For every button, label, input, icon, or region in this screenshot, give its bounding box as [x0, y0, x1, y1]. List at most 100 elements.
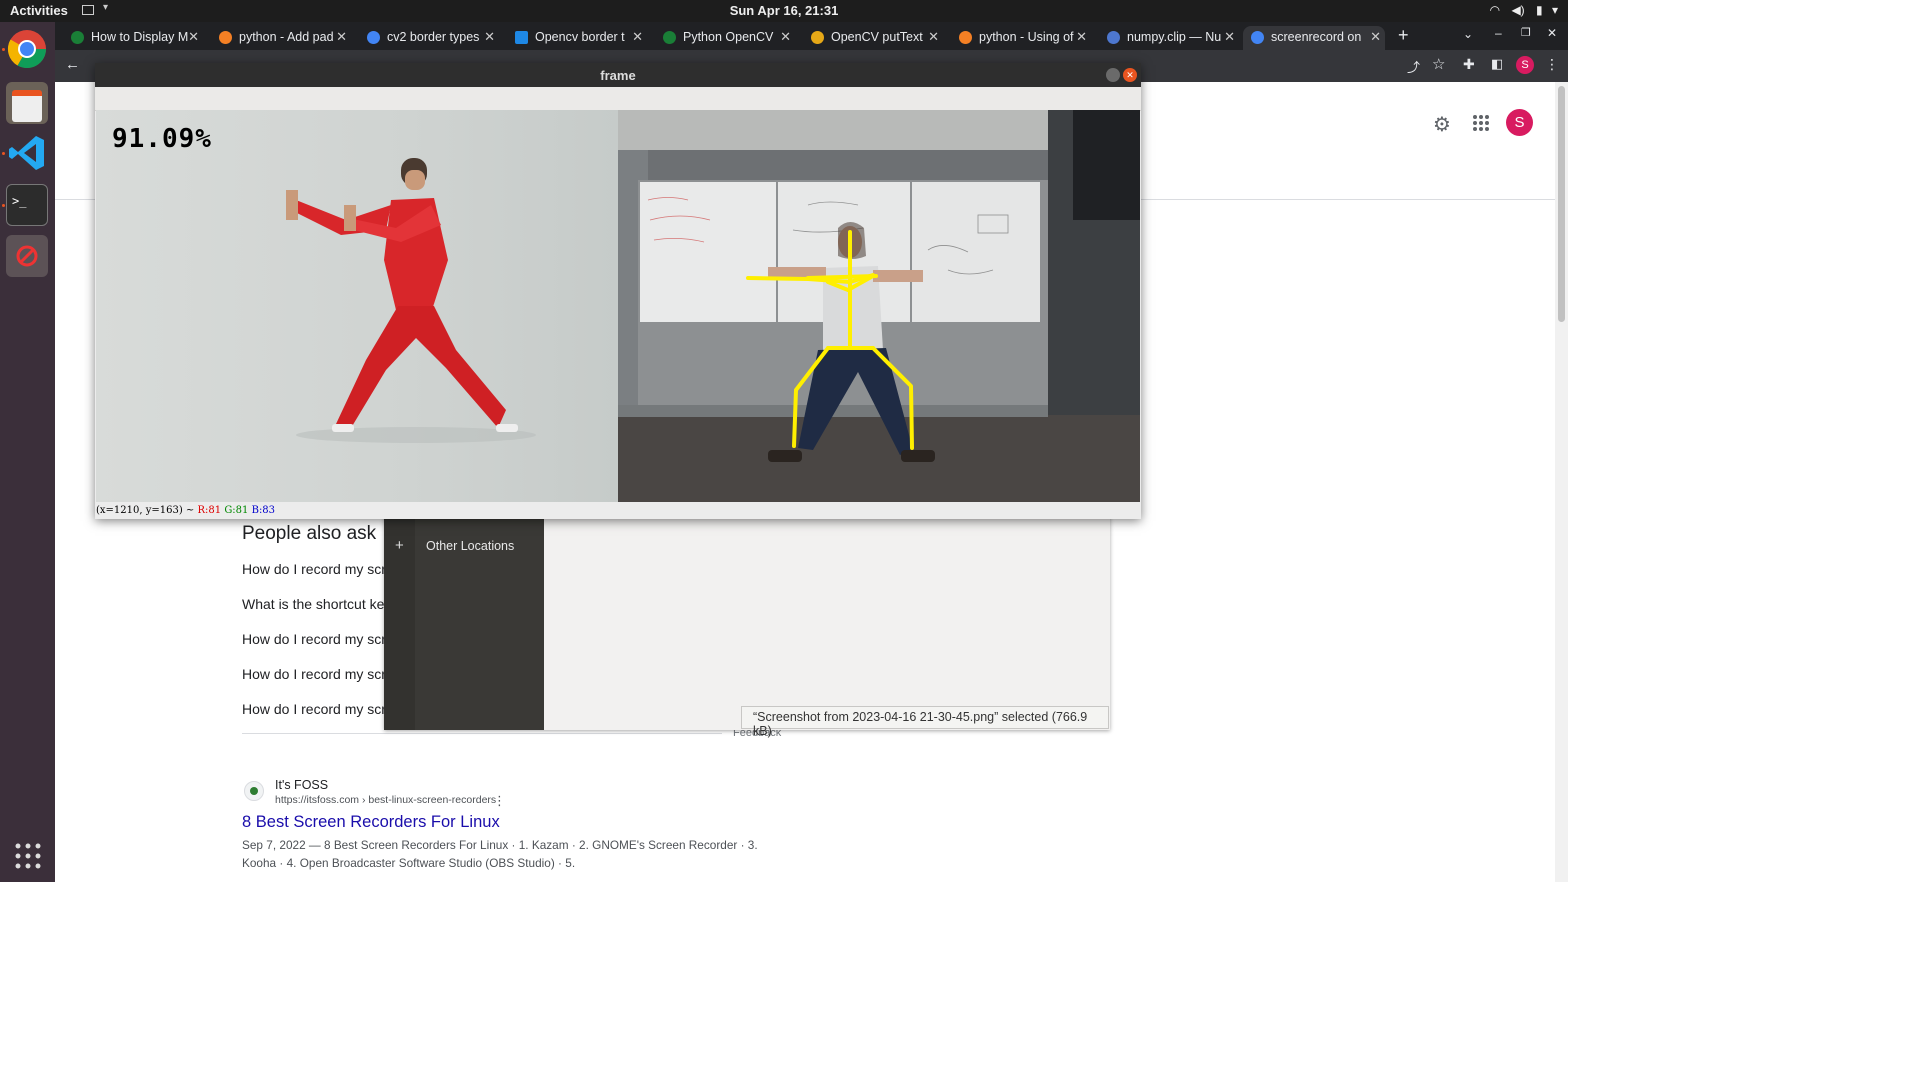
tab-label: cv2 border types: [387, 30, 480, 44]
browser-tab[interactable]: How to Display M ✕: [63, 26, 203, 50]
close-icon[interactable]: ✕: [780, 29, 791, 45]
close-icon[interactable]: ✕: [928, 29, 939, 45]
close-icon[interactable]: ✕: [1123, 68, 1137, 82]
chrome-icon[interactable]: [6, 28, 48, 70]
tab-label: OpenCV putText: [831, 30, 923, 44]
add-location-icon[interactable]: +: [395, 537, 404, 554]
share-icon[interactable]: ⤴: [1407, 57, 1420, 76]
tab-favicon-icon: [959, 31, 972, 44]
browser-tab-active[interactable]: screenrecord on ✕: [1243, 26, 1385, 50]
selection-status: “Screenshot from 2023-04-16 21-30-45.png…: [741, 706, 1109, 738]
green-value: G:81: [224, 505, 249, 516]
running-indicator: [2, 152, 5, 155]
result-snippet: Kooha · 4. Open Broadcaster Software Stu…: [242, 856, 576, 870]
browser-tab[interactable]: numpy.clip — Nu ✕: [1099, 26, 1239, 50]
close-icon[interactable]: ✕: [484, 29, 495, 45]
tab-favicon-icon: [515, 31, 528, 44]
tab-label: python - Using of: [979, 30, 1074, 44]
tab-favicon-icon: [71, 31, 84, 44]
site-favicon-icon: [244, 781, 264, 801]
tab-favicon-icon: [1251, 31, 1264, 44]
window-title: frame: [600, 68, 636, 83]
cursor-position: (x=1210, y=163) ~: [96, 505, 195, 516]
side-panel-icon[interactable]: ◧: [1491, 56, 1503, 72]
pixel-info-statusbar: (x=1210, y=163) ~ R:81 G:81 B:83: [96, 505, 1140, 519]
account-avatar[interactable]: S: [1506, 109, 1533, 136]
browser-tab[interactable]: python - Using of ✕: [951, 26, 1091, 50]
paa-question[interactable]: What is the shortcut key: [242, 596, 391, 612]
settings-gear-icon[interactable]: ⚙: [1433, 112, 1451, 137]
vscode-icon[interactable]: [6, 132, 48, 174]
reference-figure: [286, 158, 536, 443]
extensions-icon[interactable]: ✚: [1463, 56, 1475, 73]
browser-tab[interactable]: OpenCV putText ✕: [803, 26, 943, 50]
apps-grid-icon[interactable]: [1472, 114, 1490, 132]
close-window-icon[interactable]: ✕: [1547, 26, 1557, 40]
profile-avatar[interactable]: S: [1516, 56, 1534, 74]
system-top-bar: Activities ▾ Sun Apr 16, 21:31 ◠ ◀) ▮ ▾: [0, 0, 1568, 22]
volume-icon: ◀): [1511, 3, 1525, 17]
webcam-pose-image: [618, 110, 1140, 502]
new-tab-button[interactable]: +: [1398, 25, 1409, 46]
result-url: https://itsfoss.com › best-linux-screen-…: [275, 794, 497, 806]
browser-tab[interactable]: Opencv border t ✕: [507, 26, 647, 50]
tab-search-icon[interactable]: ⌄: [1463, 27, 1473, 41]
terminal-icon[interactable]: >_: [6, 184, 48, 226]
opencv-titlebar[interactable]: frame ✕: [95, 63, 1141, 87]
close-icon[interactable]: ✕: [188, 29, 199, 45]
browser-tab[interactable]: cv2 border types ✕: [359, 26, 499, 50]
minimize-icon[interactable]: [1106, 68, 1120, 82]
other-locations-item[interactable]: Other Locations: [426, 539, 514, 553]
wifi-icon: ◠: [1489, 3, 1501, 17]
tab-favicon-icon: [663, 31, 676, 44]
reference-pose-image: 91.09%: [96, 110, 618, 502]
battery-icon: ▮: [1536, 3, 1543, 17]
accuracy-overlay: 91.09%: [112, 124, 212, 154]
menu-dots-icon[interactable]: ⋮: [1545, 56, 1559, 73]
show-apps-icon[interactable]: [14, 842, 42, 870]
divider: [242, 733, 722, 734]
minimize-icon[interactable]: –: [1495, 26, 1502, 40]
blue-value: B:83: [251, 505, 276, 516]
browser-tab[interactable]: python - Add pad ✕: [211, 26, 351, 50]
close-icon[interactable]: ✕: [1370, 29, 1381, 45]
tab-favicon-icon: [219, 31, 232, 44]
paa-question[interactable]: How do I record my scre: [242, 561, 394, 577]
browser-tab[interactable]: Python OpenCV ✕: [655, 26, 795, 50]
file-chooser-sidebar-gutter: [384, 500, 415, 730]
close-icon[interactable]: ✕: [1076, 29, 1087, 45]
tab-favicon-icon: [811, 31, 824, 44]
files-icon[interactable]: [6, 82, 48, 124]
tab-favicon-icon: [1107, 31, 1120, 44]
tab-favicon-icon: [367, 31, 380, 44]
close-icon[interactable]: ✕: [1224, 29, 1235, 45]
paa-question[interactable]: How do I record my scre: [242, 631, 394, 647]
scrollbar-thumb[interactable]: [1558, 86, 1565, 322]
dock: >_: [0, 22, 55, 882]
bookmark-star-icon[interactable]: ☆: [1432, 55, 1445, 73]
close-icon[interactable]: ✕: [632, 29, 643, 45]
back-icon[interactable]: ←: [65, 56, 80, 73]
running-indicator: [2, 204, 5, 207]
paa-question[interactable]: How do I record my scre: [242, 701, 394, 717]
tab-label: numpy.clip — Nu: [1127, 30, 1222, 44]
people-also-ask-heading: People also ask: [242, 523, 377, 544]
running-indicator: [2, 48, 5, 51]
chevron-down-icon: ▾: [1551, 3, 1558, 17]
tab-label: How to Display M: [91, 30, 189, 44]
tab-label: screenrecord on: [1271, 30, 1362, 44]
result-site-name: It's FOSS: [275, 778, 329, 792]
tab-label: Opencv border t: [535, 30, 625, 44]
red-value: R:81: [197, 505, 222, 516]
close-icon[interactable]: ✕: [336, 29, 347, 45]
tab-label: Python OpenCV: [683, 30, 774, 44]
tab-label: python - Add pad: [239, 30, 334, 44]
system-tray[interactable]: ◠ ◀) ▮ ▾: [1490, 3, 1558, 17]
restore-icon[interactable]: ❐: [1521, 26, 1531, 39]
result-snippet: Sep 7, 2022 — 8 Best Screen Recorders Fo…: [242, 838, 758, 852]
clock[interactable]: Sun Apr 16, 21:31: [0, 3, 1568, 18]
screen-recorder-icon[interactable]: [6, 235, 48, 277]
paa-question[interactable]: How do I record my scre: [242, 666, 394, 682]
result-menu-icon[interactable]: ⋮: [493, 793, 506, 809]
result-title-link[interactable]: 8 Best Screen Recorders For Linux: [242, 813, 500, 832]
